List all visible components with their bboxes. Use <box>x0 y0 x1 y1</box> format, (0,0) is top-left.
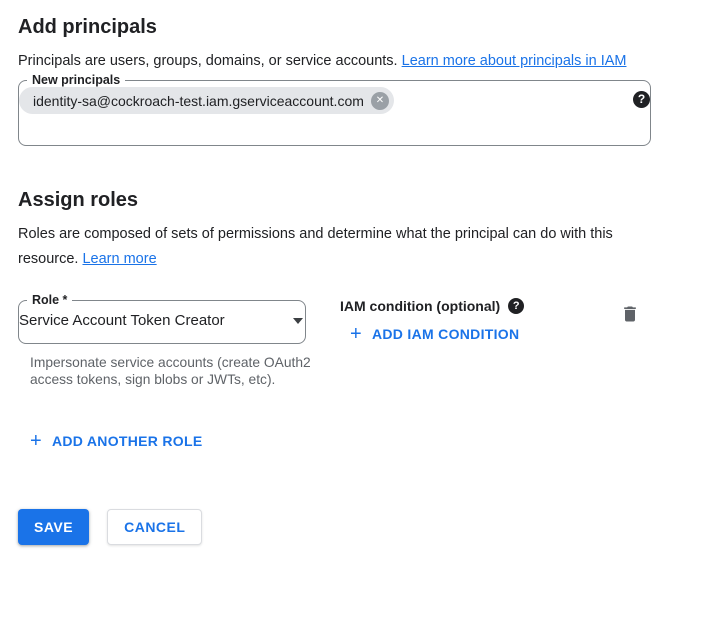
iam-condition-label-row: IAM condition (optional) ? <box>340 298 618 314</box>
roles-description: Roles are composed of sets of permission… <box>18 222 630 272</box>
role-row: Role * Service Account Token Creator Imp… <box>18 294 695 389</box>
role-select[interactable]: Role * Service Account Token Creator <box>18 294 306 344</box>
role-helper-text: Impersonate service accounts (create OAu… <box>30 354 312 389</box>
delete-role-button[interactable] <box>618 302 642 329</box>
add-another-role-button[interactable]: + ADD ANOTHER ROLE <box>22 429 211 453</box>
dropdown-arrow-icon[interactable] <box>293 318 303 324</box>
principal-chip-label: identity-sa@cockroach-test.iam.gservicea… <box>33 93 364 109</box>
role-label: Role * <box>27 294 72 307</box>
new-principals-help-icon[interactable]: ? <box>633 91 650 108</box>
iam-condition-column: IAM condition (optional) ? + ADD IAM CON… <box>340 294 618 346</box>
cancel-button[interactable]: CANCEL <box>107 509 202 545</box>
role-column: Role * Service Account Token Creator Imp… <box>18 294 340 389</box>
role-value-row[interactable]: Service Account Token Creator <box>19 312 305 329</box>
new-principals-content[interactable]: identity-sa@cockroach-test.iam.gservicea… <box>19 87 650 114</box>
chip-remove-icon[interactable]: ✕ <box>371 92 389 110</box>
add-iam-condition-label: ADD IAM CONDITION <box>372 326 519 342</box>
add-iam-condition-button[interactable]: + ADD IAM CONDITION <box>342 322 527 346</box>
add-principals-panel: Add principals Principals are users, gro… <box>0 0 713 545</box>
add-principals-title: Add principals <box>18 0 695 39</box>
new-principals-field[interactable]: New principals identity-sa@cockroach-tes… <box>18 74 651 146</box>
principal-chip: identity-sa@cockroach-test.iam.gservicea… <box>19 87 394 114</box>
plus-icon: + <box>30 433 42 449</box>
role-selected-value: Service Account Token Creator <box>19 312 225 329</box>
trash-icon <box>620 312 640 327</box>
new-principals-label: New principals <box>27 74 125 87</box>
principals-description: Principals are users, groups, domains, o… <box>18 49 666 74</box>
save-button[interactable]: SAVE <box>18 509 89 545</box>
iam-condition-label: IAM condition (optional) <box>340 298 500 314</box>
dialog-actions: SAVE CANCEL <box>18 509 695 545</box>
principals-description-text: Principals are users, groups, domains, o… <box>18 53 402 69</box>
iam-condition-help-icon[interactable]: ? <box>508 298 524 314</box>
learn-more-roles-link[interactable]: Learn more <box>82 251 156 267</box>
assign-roles-title: Assign roles <box>18 146 695 212</box>
add-another-role-label: ADD ANOTHER ROLE <box>52 433 203 449</box>
learn-more-principals-link[interactable]: Learn more about principals in IAM <box>402 53 627 69</box>
plus-icon: + <box>350 326 362 342</box>
